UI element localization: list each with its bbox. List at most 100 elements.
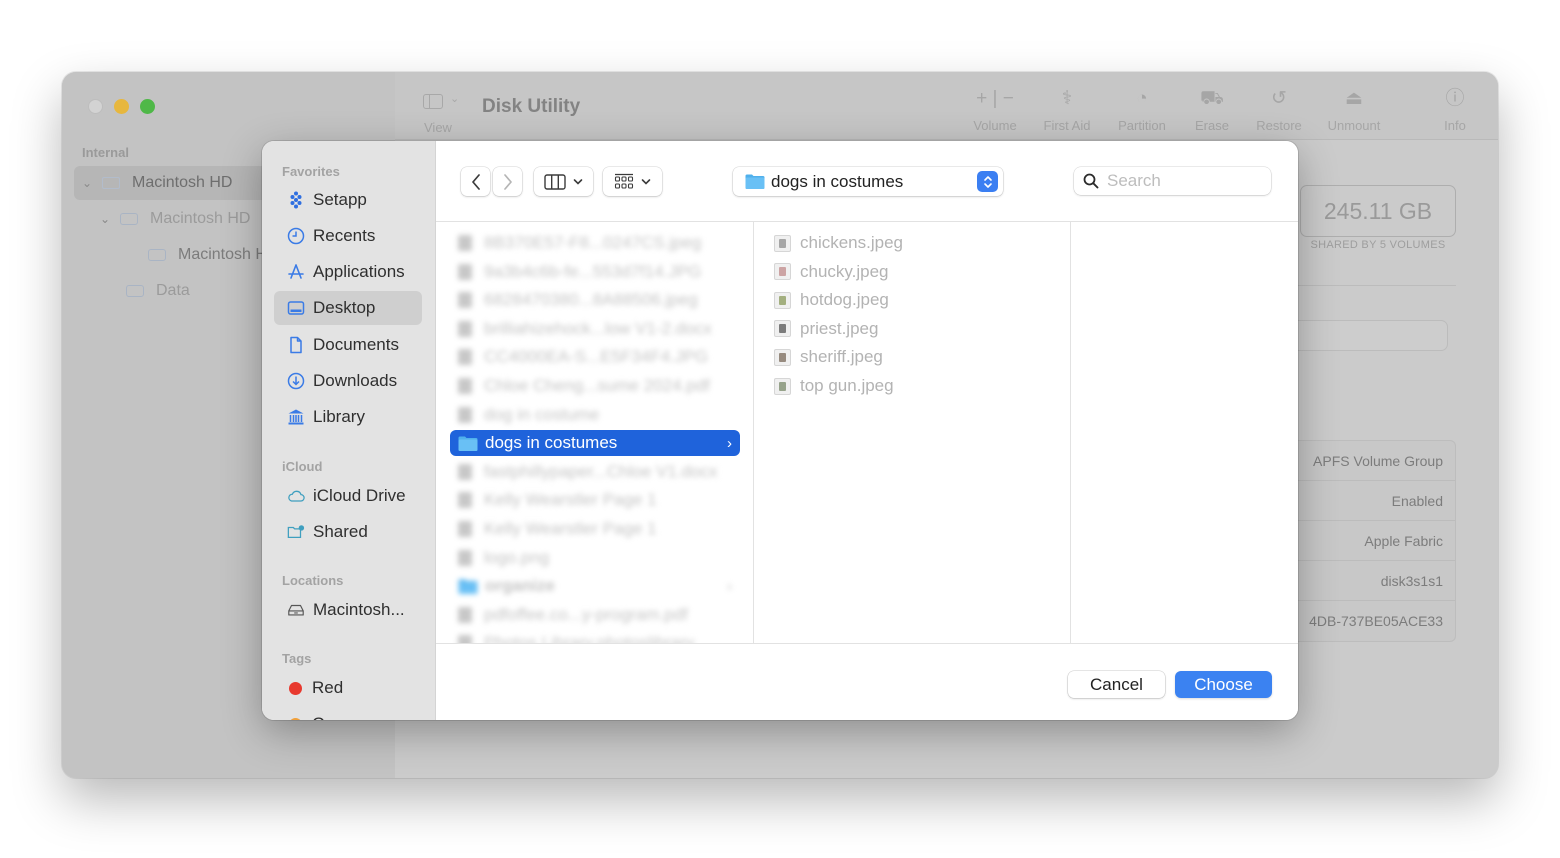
file-row[interactable]: fastphillypaper...Chloe V1.docx <box>450 459 740 485</box>
folder-row[interactable]: dogs in costumes › <box>450 430 740 457</box>
sidebar-item-applications[interactable]: Applications <box>274 255 422 289</box>
popup-stepper-icon[interactable] <box>977 171 998 192</box>
image-file-row[interactable]: priest.jpeg <box>774 316 1064 342</box>
group-by-button[interactable] <box>603 167 662 196</box>
erase-button[interactable]: ⛟ Erase <box>1184 86 1240 133</box>
sidebar-item-library[interactable]: Library <box>274 400 422 434</box>
sidebar-item-documents[interactable]: Documents <box>274 328 422 362</box>
sidebar-item-recents[interactable]: Recents <box>274 219 422 253</box>
file-icon <box>458 549 472 566</box>
file-row[interactable]: logo.png <box>450 545 740 571</box>
toolbar-label: Info <box>1444 118 1466 133</box>
chevron-down-icon[interactable]: ⌄ <box>80 176 94 190</box>
file-row[interactable]: Photos Library.photoslibrary <box>450 630 740 643</box>
search-icon <box>1083 173 1099 189</box>
image-thumbnail-icon <box>774 263 791 281</box>
file-row[interactable]: brilliahizehock...low V1-2.docx <box>450 316 740 342</box>
file-row[interactable]: CC4000EA-S...E5F34F4.JPG <box>450 344 740 370</box>
file-row[interactable]: Kelly Wearstler Page 1 <box>450 487 740 513</box>
info-icon: ⓘ <box>1445 88 1465 109</box>
capacity-value: 245.11 GB <box>1300 185 1456 237</box>
drive-icon <box>126 285 144 297</box>
info-button[interactable]: ⓘ Info <box>1435 86 1475 133</box>
folder-row[interactable]: organize › <box>450 573 740 599</box>
forward-button[interactable] <box>493 167 522 196</box>
sidebar-item-label: Recents <box>313 226 376 245</box>
first-aid-button[interactable]: ⚕ First Aid <box>1035 86 1099 133</box>
choose-button[interactable]: Choose <box>1175 671 1272 698</box>
file-name: top gun.jpeg <box>800 376 894 395</box>
file-name: fastphillypaper...Chloe V1.docx <box>484 461 718 481</box>
file-row[interactable]: 8B370E57-F8...0247CS.jpeg <box>450 230 740 256</box>
sidebar-item-macintosh[interactable]: Macintosh... <box>274 593 422 627</box>
panel-footer: Cancel Choose <box>436 643 1298 720</box>
image-file-row[interactable]: chucky.jpeg <box>774 259 1064 285</box>
file-name: Photos Library.photoslibrary <box>484 633 695 643</box>
view-mode-button[interactable] <box>534 167 593 196</box>
close-window-button[interactable] <box>88 99 103 114</box>
toolbar-label: Erase <box>1195 118 1229 133</box>
image-thumbnail-icon <box>774 234 791 252</box>
unmount-button[interactable]: ⏏ Unmount <box>1317 86 1391 133</box>
file-row[interactable]: 6828470380...8A88506.jpeg <box>450 287 740 313</box>
volume-button[interactable]: + | − Volume <box>965 86 1025 133</box>
file-row[interactable]: Kelly Wearstler Page 1 <box>450 516 740 542</box>
browser-column-desktop[interactable]: 8B370E57-F8...0247CS.jpeg 9a3b4c6b-fe...5… <box>436 222 754 643</box>
sidebar-item-desktop[interactable]: Desktop <box>274 291 422 325</box>
file-name: 6828470380...8A88506.jpeg <box>484 290 698 310</box>
back-button[interactable] <box>461 167 490 196</box>
toolbar-label: First Aid <box>1043 118 1091 133</box>
sidebar-item-setapp[interactable]: Setapp <box>274 183 422 217</box>
sidebar-volume-macintosh-hd-container[interactable]: ⌄ Macintosh HD <box>98 202 251 236</box>
file-name: dogs in costumes <box>485 433 618 453</box>
chevron-down-icon[interactable]: ⌄ <box>98 212 112 226</box>
file-row[interactable]: dog in costume <box>450 402 740 428</box>
sidebar-tag-red[interactable]: Red <box>274 671 422 705</box>
browser-column-empty[interactable] <box>1071 222 1298 643</box>
image-file-row[interactable]: chickens.jpeg <box>774 230 1064 256</box>
chevron-down-icon[interactable]: ⌄ <box>450 92 459 105</box>
image-file-row[interactable]: hotdog.jpeg <box>774 287 1064 313</box>
partition-button[interactable]: ◔ Partition <box>1107 86 1177 133</box>
shared-folder-icon <box>286 522 306 542</box>
file-row[interactable]: pdfoffee.co...y-program.pdf <box>450 602 740 628</box>
image-file-row[interactable]: top gun.jpeg <box>774 373 1064 399</box>
restore-button[interactable]: ↺ Restore <box>1247 86 1311 133</box>
sidebar-item-label: Documents <box>313 335 399 354</box>
file-icon <box>458 406 472 423</box>
image-thumbnail-icon <box>774 320 791 338</box>
file-row[interactable]: Chloe Cheng...sume 2024.pdf <box>450 373 740 399</box>
sidebar-toggle-icon[interactable] <box>423 94 443 109</box>
file-row[interactable]: 9a3b4c6b-fe...553d7f14.JPG <box>450 259 740 285</box>
sidebar-tag-orange[interactable]: Orange <box>274 707 422 720</box>
window-title: Disk Utility <box>482 96 581 117</box>
location-popup[interactable]: dogs in costumes <box>733 167 1003 196</box>
cancel-button[interactable]: Cancel <box>1068 671 1165 698</box>
panel-toolbar: dogs in costumes <box>436 141 1298 222</box>
toolbar-label: Restore <box>1256 118 1302 133</box>
sidebar-volume-data[interactable]: Data <box>126 274 190 308</box>
file-icon <box>458 606 472 623</box>
chevron-right-icon: › <box>727 434 732 452</box>
image-file-row[interactable]: sheriff.jpeg <box>774 344 1064 370</box>
minimize-window-button[interactable] <box>114 99 129 114</box>
clock-icon <box>286 226 306 246</box>
search-input[interactable] <box>1107 171 1257 191</box>
file-name: chickens.jpeg <box>800 233 904 252</box>
zoom-window-button[interactable] <box>140 99 155 114</box>
disk-utility-toolbar: ⌄ View Disk Utility + | − Volume ⚕ First… <box>395 72 1498 140</box>
sidebar-item-label: iCloud Drive <box>313 486 406 505</box>
sidebar-item-shared[interactable]: Shared <box>274 515 422 549</box>
sidebar-item-label: Applications <box>313 262 405 281</box>
search-field[interactable] <box>1074 167 1271 195</box>
folder-icon <box>458 436 478 451</box>
sidebar-item-icloud-drive[interactable]: iCloud Drive <box>274 479 422 513</box>
sidebar-item-label: Shared <box>313 522 368 541</box>
sidebar-item-label: Macintosh HD <box>150 210 251 227</box>
sidebar-volume-macintosh-hd-snapshot[interactable]: Macintosh HD <box>148 238 278 272</box>
sidebar-item-downloads[interactable]: Downloads <box>274 364 422 398</box>
browser-column-dogs-in-costumes[interactable]: chickens.jpeg chucky.jpeg hotdog.jpeg pries… <box>754 222 1071 643</box>
cloud-icon <box>286 486 306 506</box>
file-name: organize <box>485 576 555 596</box>
file-name: pdfoffee.co...y-program.pdf <box>484 604 688 624</box>
